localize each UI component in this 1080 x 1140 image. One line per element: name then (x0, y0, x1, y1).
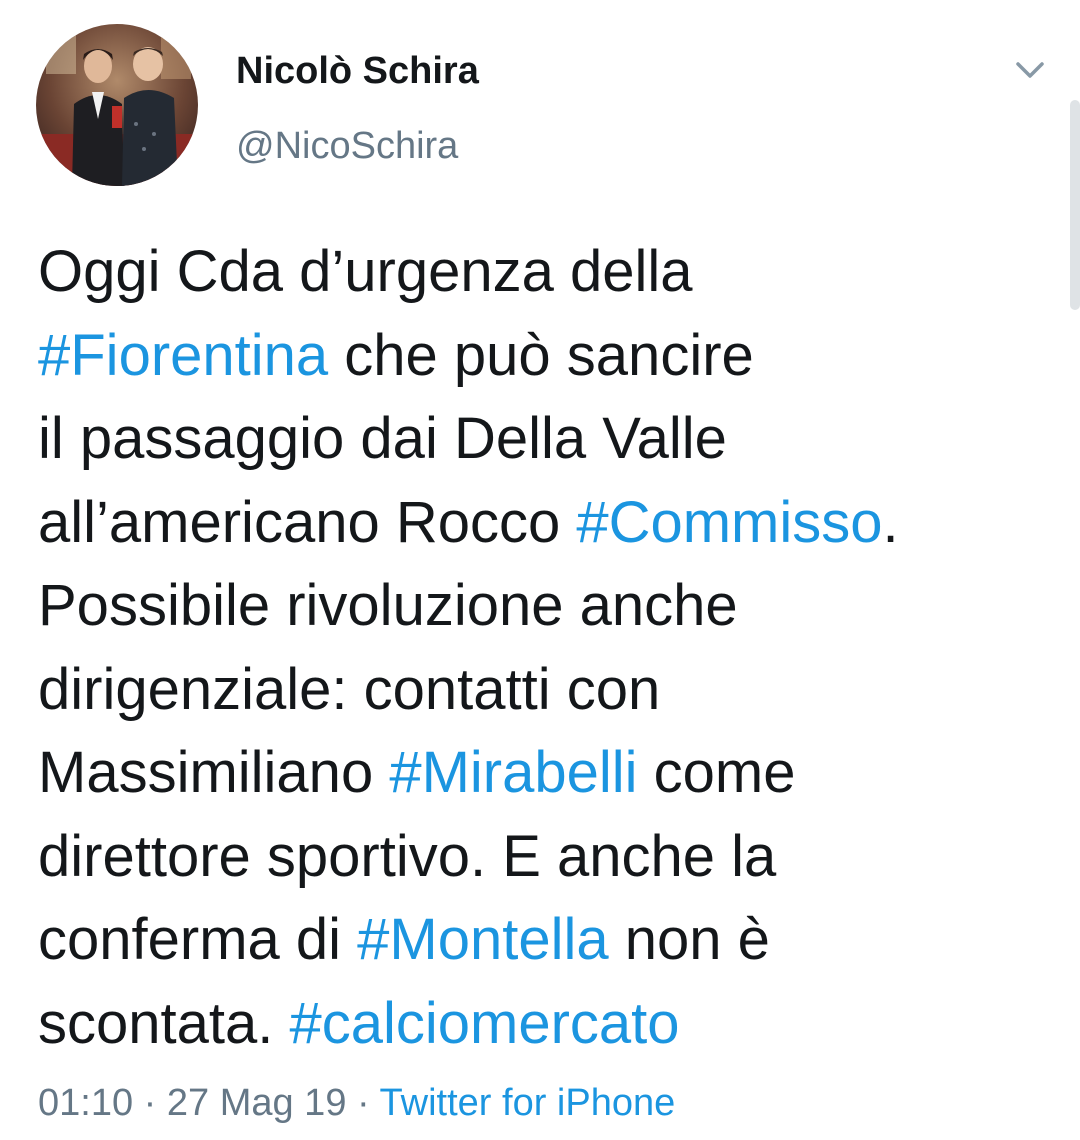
display-name[interactable]: Nicolò Schira (236, 50, 479, 93)
tweet-text-segment: non è (608, 907, 770, 972)
tweet-time: 01:10 (38, 1082, 134, 1124)
tweet-text-segment: dirigenziale: contatti con (38, 656, 661, 722)
hashtag-link[interactable]: #Montella (357, 907, 608, 972)
chevron-down-icon[interactable] (1008, 52, 1052, 88)
tweet-line: Massimiliano #Mirabelli come (38, 731, 1068, 815)
tweet-source-link[interactable]: Twitter for iPhone (380, 1082, 676, 1124)
tweet-line: Oggi Cda d’urgenza della (38, 230, 1068, 314)
tweet-text-segment: conferma di (38, 907, 358, 972)
tweet-text-segment: scontata. (38, 990, 290, 1056)
tweet-date: 27 Mag 19 (166, 1082, 347, 1124)
tweet-text-segment: Oggi Cda d’urgenza della (38, 239, 693, 304)
tweet-text-segment: all’americano Rocco (38, 489, 577, 555)
tweet-text-segment: Possibile rivoluzione anche (38, 573, 738, 638)
tweet-meta: 01:10 · 27 Mag 19 · Twitter for iPhone (38, 1082, 675, 1125)
tweet-line: all’americano Rocco #Commisso. (38, 481, 1068, 565)
tweet-line: Possibile rivoluzione anche (38, 564, 1068, 648)
tweet-text-segment: Massimiliano (38, 740, 390, 805)
tweet-line: direttore sportivo. E anche la (38, 815, 1068, 899)
tweet-text-segment: come (637, 740, 796, 805)
tweet-line: #Fiorentina che può sancire (38, 314, 1068, 398)
hashtag-link[interactable]: #Commisso (576, 490, 882, 555)
avatar-photo (36, 24, 198, 186)
tweet-text-segment: direttore sportivo. E anche la (38, 823, 777, 889)
tweet-text-segment: che può sancire (328, 322, 754, 388)
tweet-text-segment: . (882, 489, 899, 555)
user-handle[interactable]: @NicoSchira (236, 125, 458, 168)
hashtag-link[interactable]: #calciomercato (289, 991, 679, 1056)
tweet-line: dirigenziale: contatti con (38, 648, 1068, 732)
tweet-line: il passaggio dai Della Valle (38, 397, 1068, 481)
meta-separator: · (133, 1082, 167, 1124)
tweet-text: Oggi Cda d’urgenza della #Fiorentina che … (38, 230, 1068, 1065)
scrollbar[interactable] (1070, 100, 1080, 310)
hashtag-link[interactable]: #Fiorentina (38, 323, 328, 388)
tweet-text-segment: il passaggio dai Della Valle (38, 406, 727, 471)
tweet-line: conferma di #Montella non è (38, 898, 1068, 982)
hashtag-link[interactable]: #Mirabelli (389, 740, 637, 805)
avatar[interactable] (36, 24, 198, 186)
tweet-line: scontata. #calciomercato (38, 982, 1068, 1066)
meta-separator: · (346, 1082, 380, 1124)
